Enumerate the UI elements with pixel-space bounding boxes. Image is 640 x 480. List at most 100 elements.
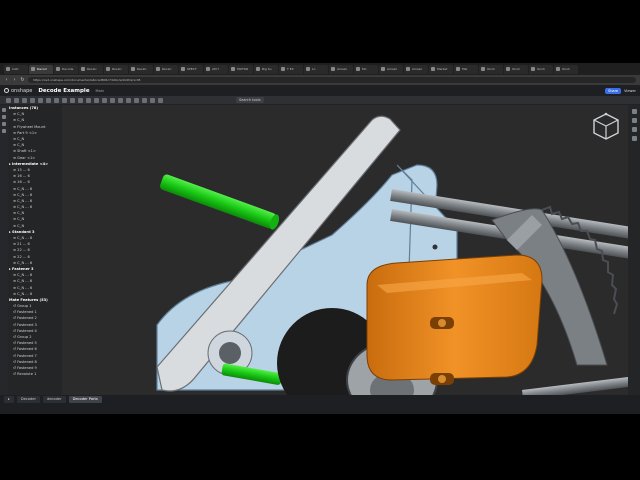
linear-relation-icon[interactable] <box>110 97 115 103</box>
ball-mate-icon[interactable] <box>70 97 75 103</box>
mate-connector-icon[interactable] <box>118 97 123 103</box>
document-title[interactable]: Decode Example <box>38 88 89 94</box>
browser-tab[interactable]: Onsh <box>554 64 578 74</box>
explode-icon[interactable] <box>150 97 155 103</box>
browser-tab[interactable]: SPECT <box>179 64 203 74</box>
tab-label: MOTOR <box>237 67 249 71</box>
feature-list-icon[interactable] <box>2 108 6 112</box>
tab-label: Big Su <box>262 67 272 71</box>
view-cube-icon[interactable] <box>590 111 622 143</box>
redo-icon[interactable] <box>14 97 19 103</box>
pin-slot-mate-icon[interactable] <box>78 97 83 103</box>
panel-item-label: Mate Features (53) <box>9 297 48 302</box>
browser-tab[interactable]: Recalc <box>129 64 153 74</box>
cylindrical-mate-icon[interactable] <box>54 97 59 103</box>
panel-item-label: ≡ C_N <box>13 217 25 222</box>
tab-favicon-icon <box>281 67 285 71</box>
browser-tab[interactable]: Mo <box>354 64 378 74</box>
share-button[interactable]: Share <box>604 87 622 94</box>
document-tab[interactable]: ▸ <box>4 396 14 403</box>
browser-tab[interactable]: Onsh <box>529 64 553 74</box>
screw-relation-icon[interactable] <box>102 97 107 103</box>
onshape-header: onshape Decode Example Main Share Viewer <box>0 85 640 96</box>
panel-item-label: ≡ C_N <box>13 143 25 148</box>
browser-tab[interactable]: Recalc <box>104 64 128 74</box>
fastened-mate-icon[interactable] <box>30 97 35 103</box>
tab-label: Amazo <box>412 67 423 71</box>
browser-tab[interactable]: Recalc <box>79 64 103 74</box>
document-tab[interactable]: Decoder <box>16 396 40 403</box>
panel-item-label: ↺ Fastened 8 <box>13 359 37 364</box>
history-icon[interactable] <box>2 122 6 126</box>
insert-icon[interactable] <box>22 97 27 103</box>
filter-icon[interactable] <box>2 129 6 133</box>
tab-favicon-icon <box>381 67 385 71</box>
document-tab[interactable]: decoder <box>42 396 66 403</box>
reload-icon[interactable]: ↻ <box>20 77 25 83</box>
green-shaft[interactable] <box>159 173 281 230</box>
browser-tab[interactable]: Recalc <box>154 64 178 74</box>
panel-item-label: ≡ C_N <box>13 137 25 142</box>
browser-tab[interactable]: T EX <box>279 64 303 74</box>
panel-item-label: ≡ C_N <box>13 112 25 117</box>
tab-favicon-icon <box>181 67 185 71</box>
panel-item-label: ≡ 22 ... 6 <box>13 248 30 253</box>
browser-tab[interactable]: MOTOR <box>229 64 253 74</box>
panel-item-label: ↺ Fastened 5 <box>13 341 37 346</box>
panel-list-item[interactable]: ↺ Revolute 1 <box>8 371 62 377</box>
undo-icon[interactable] <box>6 97 11 103</box>
revolute-mate-icon[interactable] <box>38 97 43 103</box>
branch-label[interactable]: Main <box>96 89 104 93</box>
rack-pinion-icon[interactable] <box>94 97 99 103</box>
slider-mate-icon[interactable] <box>46 97 51 103</box>
group-icon[interactable] <box>126 97 131 103</box>
feature-toolbar: Search tools <box>0 96 640 105</box>
panel-item-label: ≡ 16 ... 6 <box>13 174 30 179</box>
panel-item-label: ≡ C_N ... 6 <box>13 186 33 191</box>
browser-tab[interactable]: Lo <box>304 64 328 74</box>
gear-relation-icon[interactable] <box>86 97 91 103</box>
browser-tab[interactable]: AM f <box>204 64 228 74</box>
search-tools-input[interactable]: Search tools <box>236 97 264 103</box>
properties-icon[interactable] <box>631 136 637 141</box>
address-bar: ‹ › ↻ https://cad.onshape.com/documents/… <box>0 75 640 85</box>
forward-icon[interactable]: › <box>12 77 17 83</box>
panel-item-label: ≡ Part 9 <1> <box>13 130 38 135</box>
browser-tab[interactable]: Onsh <box>479 64 503 74</box>
panel-item-label: ↺ Fastened 9 <box>13 365 37 370</box>
browser-tab[interactable]: Decod <box>29 64 53 74</box>
panel-item-label: ≡ C_N <box>13 223 25 228</box>
back-icon[interactable]: ‹ <box>4 77 9 83</box>
tab-label: Market <box>437 67 448 71</box>
browser-tab[interactable]: Decode <box>54 64 78 74</box>
tab-favicon-icon <box>256 67 260 71</box>
bom-icon[interactable] <box>631 127 637 132</box>
browser-tab[interactable]: CAD <box>4 64 28 74</box>
document-tab[interactable]: Decoder Parts <box>68 396 102 403</box>
browser-tab[interactable]: Amazo <box>329 64 353 74</box>
browser-tab[interactable]: Market <box>429 64 453 74</box>
tab-label: Onsh <box>537 67 545 71</box>
browser-tab[interactable]: Amazo <box>404 64 428 74</box>
browser-tab[interactable]: Amazo <box>379 64 403 74</box>
browser-tab[interactable]: Mar <box>454 64 478 74</box>
replicate-icon[interactable] <box>134 97 139 103</box>
planar-mate-icon[interactable] <box>62 97 67 103</box>
screen: CAD Decod Decode Recalc Recalc Recalc Recalc SP… <box>0 63 640 414</box>
document-tabs: ▸ Decoder decoder Decoder Parts <box>0 395 640 414</box>
browser-tab[interactable]: Big Su <box>254 64 278 74</box>
panel-item-label: ≡ C_N ... 6 <box>13 285 33 290</box>
pattern-icon[interactable] <box>142 97 147 103</box>
assembly-model[interactable] <box>62 105 628 395</box>
measure-icon[interactable] <box>158 97 163 103</box>
rod-lower[interactable] <box>522 376 628 395</box>
onshape-logo[interactable]: onshape <box>4 88 32 94</box>
3d-viewport[interactable] <box>62 105 628 395</box>
url-input[interactable]: https://cad.onshape.com/documents/2a6cca… <box>28 77 636 83</box>
user-menu[interactable]: Viewer <box>624 89 636 93</box>
parts-icon[interactable] <box>2 115 6 119</box>
configuration-icon[interactable] <box>631 118 637 123</box>
browser-tab[interactable]: Onsh <box>504 64 528 74</box>
panel-item-label: ↺ Fastened 6 <box>13 347 37 352</box>
appearance-icon[interactable] <box>631 109 637 114</box>
